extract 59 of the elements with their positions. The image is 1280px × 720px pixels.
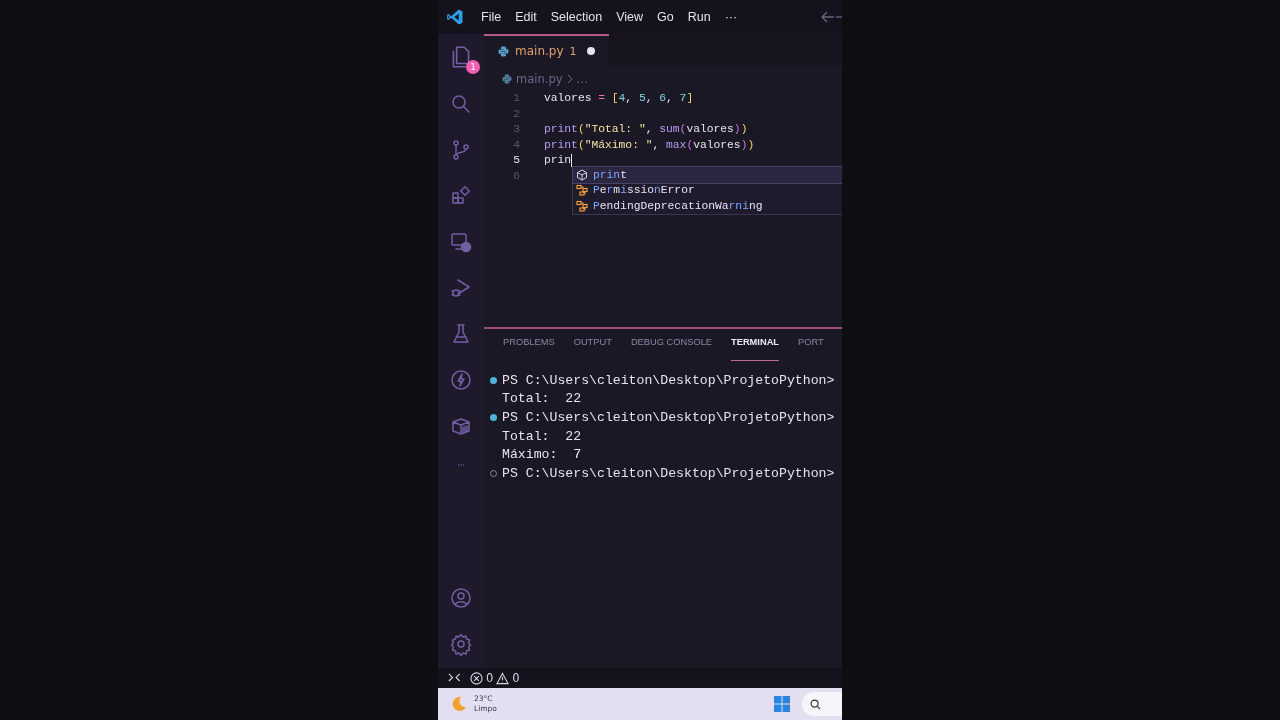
error-count[interactable]: 0 [486, 671, 494, 685]
panel-tab[interactable]: PORT [798, 337, 824, 361]
line-number: 2 [512, 106, 521, 122]
menu-item[interactable]: Selection [543, 7, 610, 27]
class-icon [576, 184, 588, 197]
code-line: print("Máximo: ", max(valores)) [544, 137, 755, 153]
back-arrow-icon[interactable] [820, 9, 836, 25]
command-status-icon [490, 376, 497, 384]
suggestion-item[interactable]: print [573, 167, 842, 183]
python-file-icon [502, 74, 512, 84]
menu-item[interactable]: View [609, 7, 650, 27]
suggestion-item[interactable]: PendingDeprecationWarning [573, 198, 842, 214]
cube-icon [576, 168, 588, 181]
code-line: valores = [4, 5, 6, 7] [544, 91, 694, 106]
terminal-output: Total: 22 [502, 428, 582, 444]
settings-icon[interactable] [449, 632, 473, 656]
search-icon[interactable] [449, 92, 473, 116]
panel-tab[interactable]: DEBUG CONSOLE [630, 337, 712, 361]
panel-tab[interactable]: OUTPUT [573, 337, 612, 361]
panel-tab[interactable]: TERMINAL [731, 337, 780, 361]
panel-tab[interactable]: PROBLEMS [503, 337, 555, 361]
warning-icon[interactable] [496, 671, 510, 685]
text-caret [571, 154, 573, 168]
terminal-output: Máximo: 7 [502, 447, 582, 463]
terminal-prompt: PS C:\Users\cleiton\Desktop\ProjetoPython> [502, 410, 835, 425]
menu-item[interactable]: Go [650, 7, 681, 27]
run-debug-icon[interactable] [449, 276, 473, 300]
line-number: 6 [512, 168, 521, 184]
line-number: 4 [512, 137, 521, 153]
class-icon [576, 199, 588, 212]
line-number: 5 [512, 153, 521, 168]
terminal-prompt: PS C:\Users\cleiton\Desktop\ProjetoPython> [502, 372, 835, 388]
menu-item[interactable]: ··· [717, 7, 745, 27]
notification-badge: 1 [466, 60, 480, 74]
account-icon[interactable] [449, 586, 473, 610]
terminal-prompt: PS C:\Users\cleiton\Desktop\ProjetoPython> [502, 465, 835, 481]
menu-item[interactable]: File [474, 7, 509, 27]
python-file-icon [498, 45, 509, 57]
file-tab[interactable]: main.py 1 [484, 34, 609, 66]
remote-icon[interactable] [448, 672, 462, 684]
terminal-output: Total: 22 [502, 391, 582, 407]
search-icon [810, 698, 821, 710]
warning-count[interactable]: 0 [512, 671, 520, 685]
menu-item[interactable]: Edit [508, 7, 544, 27]
lightning-icon[interactable] [449, 368, 473, 392]
suggestion-item[interactable]: PermissionError [573, 182, 842, 198]
line-number: 1 [512, 91, 521, 106]
error-icon[interactable] [470, 671, 483, 685]
taskbar-search-field[interactable] [802, 692, 842, 716]
code-line: print("Total: ", sum(valores)) [544, 122, 748, 137]
code-line: prin [544, 153, 572, 168]
menu-item[interactable]: Run [680, 7, 718, 27]
app-logo-icon [446, 8, 464, 26]
remote-monitor-icon[interactable] [449, 230, 473, 254]
command-status-icon [490, 414, 497, 421]
line-number: 3 [512, 122, 521, 137]
chevron-right-icon [566, 74, 573, 84]
windows-logo-icon[interactable] [774, 696, 790, 712]
problem-count: 1 [569, 44, 577, 58]
